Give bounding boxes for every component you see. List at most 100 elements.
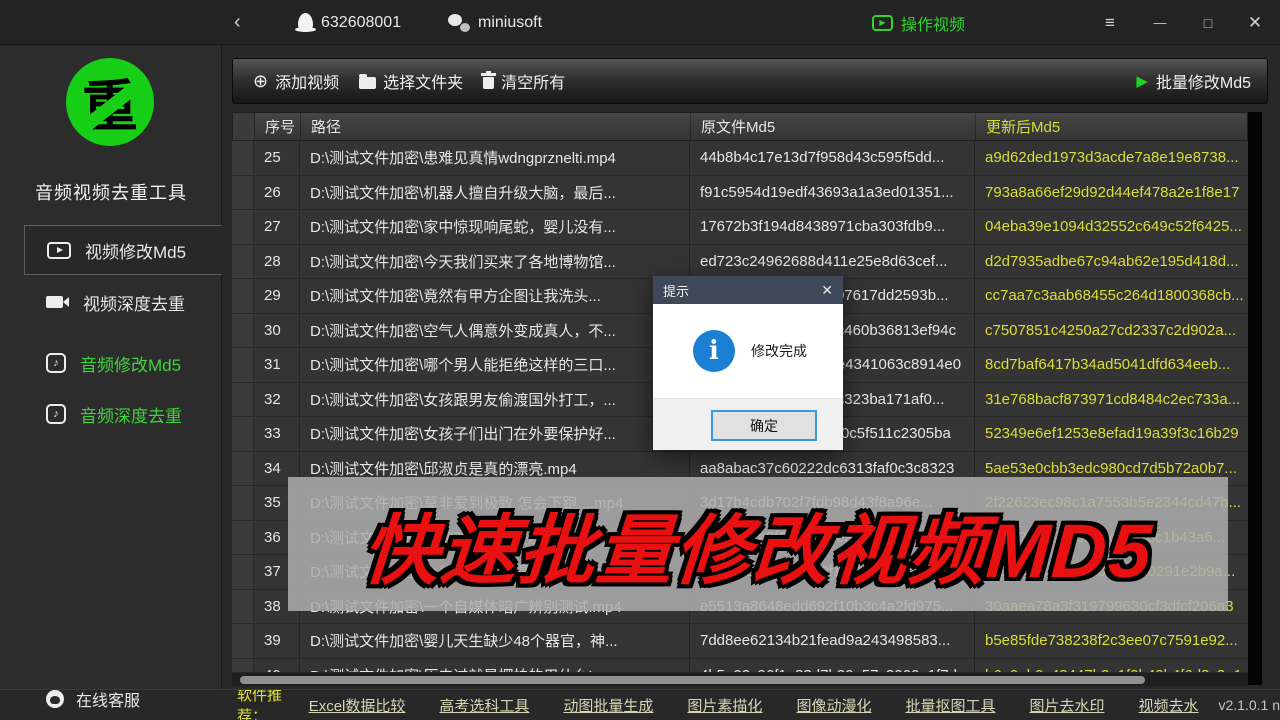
minimize-button[interactable]: — (1143, 0, 1177, 45)
tutorial-video-button[interactable]: ▶ 操作视频 (872, 0, 965, 45)
footer-link[interactable]: Excel数据比较 (309, 695, 406, 716)
table-row[interactable]: 26D:\测试文件加密\机器人擅自升级大脑，最后...f91c5954d19ed… (232, 176, 1248, 211)
cell-index: 31 (254, 348, 300, 382)
cell-gutter (232, 521, 254, 555)
table-row[interactable]: 28D:\测试文件加密\今天我们买来了各地博物馆...ed723c2496268… (232, 245, 1248, 280)
cell-gutter (232, 590, 254, 624)
close-button[interactable]: ✕ (1238, 0, 1272, 45)
cell-path: D:\测试文件加密\婴儿天生缺少48个器官，神... (300, 624, 690, 658)
cell-md5-updated: c7507851c4250a27cd2337c2d902a... (975, 314, 1248, 348)
clear-all-button[interactable]: 清空所有 (483, 69, 565, 93)
back-button[interactable]: ‹ (234, 0, 241, 45)
choose-folder-button[interactable]: 选择文件夹 (359, 69, 463, 93)
cell-md5-updated: b6a9ab2c43447b3e1f2b42b4f6d8c3e1 (975, 659, 1248, 673)
cell-path: D:\测试文件加密\竟然有甲方企图让我洗头... (300, 279, 690, 313)
cell-md5-updated: d2d7935adbe67c94ab62e195d418d... (975, 245, 1248, 279)
app-title: 音频视频去重工具 (0, 179, 222, 205)
footer-link[interactable]: 图像动漫化 (796, 695, 871, 716)
table-row[interactable]: 25D:\测试文件加密\患难见真情wdngprznelti.mp444b8b4c… (232, 141, 1248, 176)
header-md5-updated: 更新后Md5 (976, 113, 1249, 140)
cell-md5-updated: a9d62ded1973d3acde7a8e19e8738... (975, 141, 1248, 175)
maximize-button[interactable]: □ (1191, 0, 1225, 45)
video-screen-icon: ▶ (872, 15, 893, 31)
cell-gutter (232, 279, 254, 313)
maximize-icon: □ (1204, 15, 1212, 31)
footer-recommend-label: 软件推荐： (237, 689, 283, 720)
cell-md5-original: f91c5954d19edf43693a1a3ed01351... (690, 176, 975, 210)
wechat-contact[interactable]: miniusoft (448, 0, 542, 45)
music-icon: ♪ (46, 404, 66, 424)
cell-md5-updated: 8cd7baf6417b34ad5041dfd634eeb... (975, 348, 1248, 382)
cell-index: 40 (254, 659, 300, 673)
dialog-close-icon[interactable]: ✕ (821, 282, 833, 299)
cell-md5-updated: cc7aa7c3aab68455c264d1800368cb... (975, 279, 1248, 313)
footer-link[interactable]: 批量抠图工具 (905, 695, 995, 716)
dialog-message: 修改完成 (751, 341, 807, 361)
sidebar-item-3[interactable]: ♪音频深度去重 (24, 389, 222, 439)
sidebar-item-1[interactable]: 视频深度去重 (24, 277, 222, 327)
cell-path: D:\测试文件加密\机器人擅自升级大脑，最后... (300, 176, 690, 210)
qq-contact[interactable]: 632608001 (298, 0, 401, 45)
cell-gutter (232, 348, 254, 382)
brand-name: miniusoft (478, 14, 542, 32)
cell-gutter (232, 383, 254, 417)
cell-path: D:\测试文件加密\今天我们买来了各地博物馆... (300, 245, 690, 279)
music-icon: ♪ (46, 353, 66, 373)
sidebar-item-label: 音频修改Md5 (80, 351, 181, 376)
film-icon (47, 242, 71, 259)
cell-md5-updated: 793a8a66ef29d92d44ef478a2e1f8e17 (975, 176, 1248, 210)
wechat-icon (448, 14, 470, 32)
table-row[interactable]: 40D:\测试文件加密\历史过就是摆拍的用什么!...4b5a02c96f1e8… (232, 659, 1248, 673)
cell-path: D:\测试文件加密\哪个男人能拒绝这样的三口... (300, 348, 690, 382)
hamburger-icon: ≡ (1105, 13, 1115, 33)
sidebar-item-2[interactable]: ♪ 音频修改Md5 (24, 338, 222, 388)
cell-path: D:\测试文件加密\女孩跟男友偷渡国外打工，... (300, 383, 690, 417)
header-index: 序号 (255, 113, 301, 140)
promo-banner: 快速批量修改视频MD5 (288, 477, 1228, 611)
cell-md5-original: ed723c24962688d411e25e8d63cef... (690, 245, 975, 279)
camera-icon (46, 296, 63, 308)
menu-button[interactable]: ≡ (1093, 0, 1127, 45)
qq-number: 632608001 (321, 14, 401, 32)
cell-gutter (232, 452, 254, 486)
cell-gutter (232, 245, 254, 279)
cell-path: D:\测试文件加密\女孩子们出门在外要保护好... (300, 417, 690, 451)
trash-icon (483, 77, 494, 89)
promo-banner-text: 快速批量修改视频MD5 (359, 489, 1157, 599)
footer-link[interactable]: 图片素描化 (687, 695, 762, 716)
add-video-button[interactable]: ⊕ 添加视频 (253, 69, 339, 93)
cell-gutter (232, 659, 254, 673)
support-label: 在线客服 (76, 687, 140, 711)
footer-link[interactable]: 图片去水印 (1029, 695, 1104, 716)
cell-md5-updated: 31e768bacf873971cd8484c2ec733a... (975, 383, 1248, 417)
header-md5-original: 原文件Md5 (691, 113, 976, 140)
cell-gutter (232, 624, 254, 658)
cell-gutter (232, 314, 254, 348)
chevron-left-icon: ‹ (234, 11, 241, 34)
cell-gutter (232, 176, 254, 210)
horizontal-scrollbar[interactable] (232, 673, 1248, 686)
sidebar: 重 音频视频去重工具 视频修改Md5视频深度去重♪音频修改Md5♪音频深度去重 … (0, 45, 222, 689)
sidebar-item-support[interactable]: 在线客服 (46, 687, 140, 711)
cell-path: D:\测试文件加密\历史过就是摆拍的用什么!... (300, 659, 690, 673)
minimize-icon: — (1154, 15, 1167, 30)
header-gutter (233, 113, 255, 140)
sidebar-item-label: 视频修改Md5 (85, 238, 186, 263)
add-video-label: 添加视频 (275, 69, 339, 93)
footer: 软件推荐： Excel数据比较 高考选科工具 动图批量生成 图片素描化 图像动漫化 批量抠… (0, 689, 1280, 720)
ok-button[interactable]: 确定 (711, 410, 817, 441)
dialog-titlebar[interactable]: 提示 ✕ (653, 276, 843, 304)
table-row[interactable]: 27D:\测试文件加密\家中惊现响尾蛇，婴儿没有...17672b3f194d8… (232, 210, 1248, 245)
cell-gutter (232, 555, 254, 589)
sidebar-item-0[interactable]: 视频修改Md5 (24, 225, 222, 275)
cell-md5-original: 44b8b4c17e13d7f958d43c595f5dd... (690, 141, 975, 175)
vertical-scrollbar[interactable] (1248, 112, 1262, 685)
footer-link[interactable]: 高考选科工具 (439, 695, 529, 716)
footer-link[interactable]: 视频去水 (1138, 695, 1198, 716)
horizontal-scrollbar-thumb[interactable] (240, 676, 1145, 684)
folder-icon (359, 77, 376, 89)
batch-modify-button[interactable]: ▶ 批量修改Md5 (1136, 69, 1251, 93)
table-row[interactable]: 39D:\测试文件加密\婴儿天生缺少48个器官，神...7dd8ee62134b… (232, 624, 1248, 659)
cell-path: D:\测试文件加密\空气人偶意外变成真人，不... (300, 314, 690, 348)
footer-link[interactable]: 动图批量生成 (563, 695, 653, 716)
